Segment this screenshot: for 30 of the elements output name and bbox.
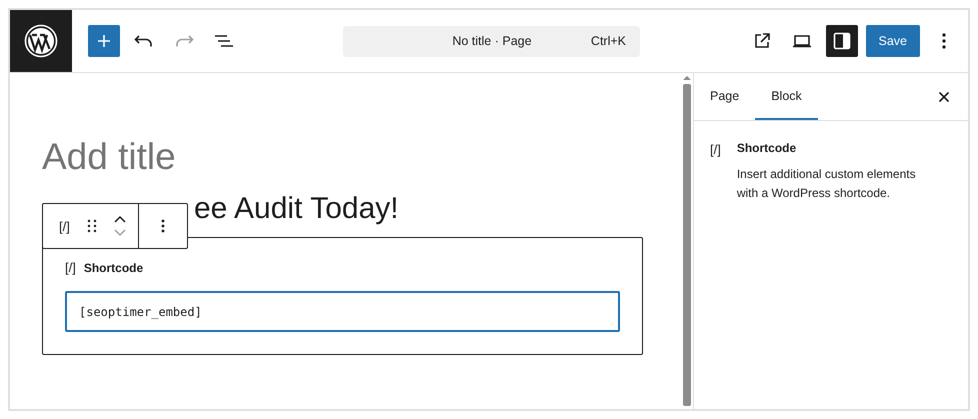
save-button[interactable]: Save: [866, 25, 920, 57]
plus-icon: [96, 33, 112, 49]
list-icon: [214, 33, 234, 49]
title-placeholder[interactable]: Add title: [42, 135, 643, 179]
wordpress-logo-icon: [24, 24, 58, 58]
laptop-icon: [792, 34, 812, 48]
sidebar-tab[interactable]: Page: [694, 73, 756, 120]
chevron-down-icon: [112, 229, 127, 238]
more-icon: [941, 32, 947, 50]
heading-text: ee Audit Today!: [194, 191, 399, 227]
external-link-icon: [752, 32, 770, 50]
block-type-icon: [/]: [65, 260, 76, 275]
undo-icon: [134, 33, 154, 49]
block-title: Shortcode: [736, 141, 798, 155]
chevron-up-icon: [112, 214, 127, 223]
block-type-button[interactable]: [/]: [53, 218, 76, 234]
shortcode-field[interactable]: [seoptimer_embed]: [65, 291, 620, 332]
close-icon: [938, 90, 950, 102]
redo-icon: [174, 33, 194, 49]
plus-button[interactable]: [88, 25, 120, 57]
more-icon: [160, 218, 166, 234]
sidebar-toggle-icon: [832, 32, 850, 50]
shortcut-hint: Ctrl+K: [590, 34, 626, 48]
drag-icon: [86, 218, 98, 234]
block-label: Shortcode: [84, 260, 144, 274]
block-type-icon: [/]: [710, 141, 721, 203]
sidebar-tab[interactable]: Block: [755, 73, 818, 120]
block-description: Insert additional custom elements with a WordPress shortcode.: [736, 166, 917, 202]
sidebar-toggle-button[interactable]: [826, 25, 858, 57]
document-title[interactable]: No title · Page: [343, 34, 591, 48]
